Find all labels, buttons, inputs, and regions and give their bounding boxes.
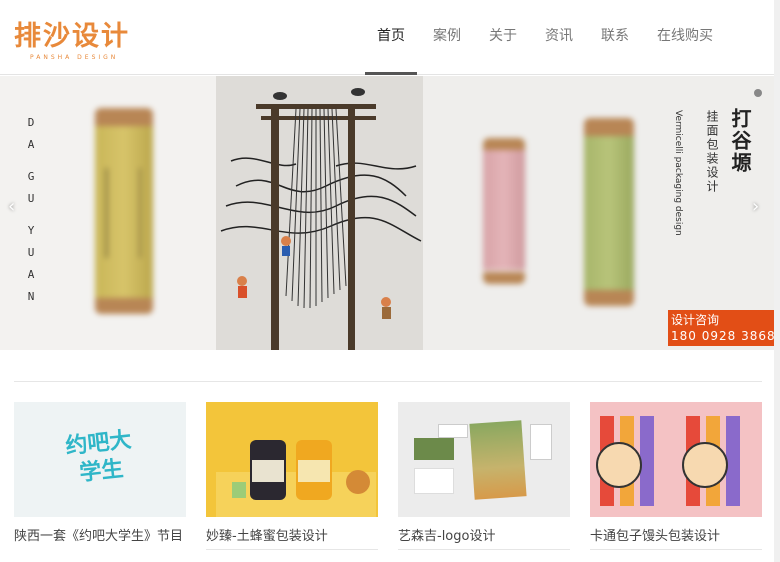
logo-text: 排沙设计 <box>14 21 130 52</box>
page-scrollbar[interactable] <box>774 0 780 562</box>
banner-subtitle: 挂面包装设计 <box>705 110 719 194</box>
banner-vertical-letters: D A G U Y U A N <box>27 116 35 303</box>
case-thumbnail[interactable] <box>206 402 378 517</box>
case-underline <box>590 549 762 550</box>
main-nav: 首页 案例 关于 资讯 联系 在线购买 <box>365 0 729 75</box>
noodle-drying-illustration <box>216 76 423 350</box>
case-underline <box>398 549 570 550</box>
case-title[interactable]: 陕西一套《约吧大学生》节目 <box>14 529 186 545</box>
case-card[interactable]: 卡通包子馒头包装设计 <box>590 402 762 550</box>
nav-home[interactable]: 首页 <box>365 0 417 75</box>
consult-phone: 180 0928 3868 <box>671 329 776 343</box>
case-thumbnail[interactable]: 约吧大学生 <box>14 402 186 517</box>
banner-illustration <box>216 76 423 350</box>
consult-label: 设计咨询 <box>671 313 720 327</box>
nav-contact[interactable]: 联系 <box>589 0 641 75</box>
product-tube-green <box>584 118 634 306</box>
nav-cases[interactable]: 案例 <box>421 0 473 75</box>
case-thumbnail[interactable] <box>398 402 570 517</box>
case-title[interactable]: 艺森吉-logo设计 <box>398 529 570 545</box>
nav-shop[interactable]: 在线购买 <box>645 0 725 75</box>
case-card[interactable]: 约吧大学生 陕西一套《约吧大学生》节目 <box>14 402 186 545</box>
section-divider <box>14 381 762 382</box>
design-consult-badge[interactable]: 设计咨询 180 0928 3868 <box>668 310 780 346</box>
site-header: 排沙设计 PANSHA DESIGN 首页 案例 关于 资讯 联系 在线购买 <box>0 0 780 75</box>
case-card[interactable]: 艺森吉-logo设计 <box>398 402 570 550</box>
nav-news[interactable]: 资讯 <box>533 0 585 75</box>
banner-title: 打谷塬 <box>728 108 752 174</box>
banner-english-title: Vermicelli packaging design <box>673 110 683 236</box>
case-title[interactable]: 卡通包子馒头包装设计 <box>590 529 762 545</box>
case-thumbnail[interactable] <box>590 402 762 517</box>
slide-indicator-dot[interactable] <box>754 89 762 97</box>
case-underline <box>206 549 378 550</box>
hero-banner[interactable]: D A G U Y U A N 打谷塬 挂面包装设计 Vermicelli pa… <box>0 76 780 350</box>
product-tube-pink <box>483 138 525 284</box>
prev-slide-arrow-icon[interactable]: ‹ <box>8 196 15 217</box>
product-tube-left <box>95 108 153 314</box>
logo[interactable]: 排沙设计 PANSHA DESIGN <box>14 14 130 61</box>
nav-about[interactable]: 关于 <box>477 0 529 75</box>
logo-subtitle: PANSHA DESIGN <box>30 54 119 61</box>
next-slide-arrow-icon[interactable]: › <box>752 196 759 217</box>
case-title[interactable]: 妙臻-土蜂蜜包装设计 <box>206 529 378 545</box>
case-card[interactable]: 妙臻-土蜂蜜包装设计 <box>206 402 378 550</box>
yueba-logo-text: 约吧大学生 <box>64 427 133 487</box>
